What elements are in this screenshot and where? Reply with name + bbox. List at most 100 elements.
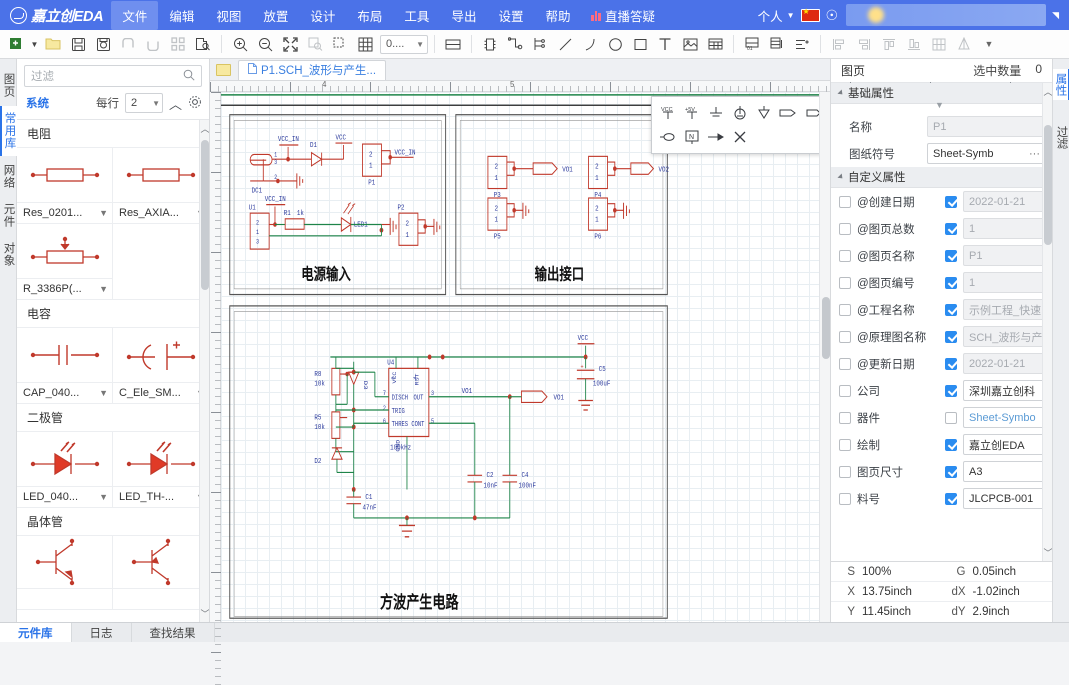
property-input-company[interactable]: 深圳嘉立创科 <box>963 380 1046 401</box>
library-group-title[interactable]: 晶体管 <box>17 508 209 536</box>
menu-item-design[interactable]: 设计 <box>299 1 346 30</box>
property-input-name[interactable]: P1 <box>927 116 1046 137</box>
folder-icon[interactable] <box>216 64 231 76</box>
menu-item-layout[interactable]: 布局 <box>346 1 393 30</box>
library-item-c-ele-smd[interactable]: C_Ele_SM... ▼ <box>113 328 209 404</box>
align-left-icon[interactable] <box>827 33 851 56</box>
live-qa-button[interactable]: 直播答疑 <box>581 1 665 30</box>
library-source-label[interactable]: 系统 <box>26 95 49 111</box>
library-item-led-th[interactable]: LED_TH-... ▼ <box>113 432 209 508</box>
library-perrow-select[interactable]: 2 ▼ <box>125 93 163 113</box>
property-checkbox-update-date[interactable] <box>839 358 851 370</box>
select-region-icon[interactable] <box>328 33 352 56</box>
menu-item-place[interactable]: 放置 <box>252 1 299 30</box>
collapse-up-icon[interactable]: ︿ <box>169 94 182 113</box>
align-top-icon[interactable] <box>877 33 901 56</box>
more-options-icon[interactable]: ··· <box>1029 148 1040 160</box>
ground-icon[interactable] <box>704 101 728 125</box>
sidebar-item-sheets[interactable]: 图页 <box>1 67 16 104</box>
library-item-name-row[interactable]: R_3386P(... ▼ <box>17 278 112 299</box>
language-flag-icon[interactable] <box>801 9 820 22</box>
placement-shortcut-toolbar[interactable]: VCC +5V <box>651 96 819 154</box>
properties-scroll-area[interactable]: 基础属性 ▼ 名称 P1 图纸符号 Sheet-Symb ··· <box>831 83 1052 561</box>
gnd-arrow-icon[interactable] <box>752 101 776 125</box>
property-input-sheet-name[interactable]: P1 <box>963 245 1046 266</box>
scroll-up-icon[interactable]: ︿ <box>200 122 209 135</box>
property-input-sheet-size[interactable]: A3 <box>963 461 1046 482</box>
library-filter-input[interactable]: 过滤 <box>24 65 202 87</box>
scroll-up-icon[interactable]: ︿ <box>1043 85 1052 98</box>
section-header-custom[interactable]: 自定义属性 <box>831 167 1052 188</box>
no-connect-x-icon[interactable] <box>728 125 752 149</box>
canvas-scrollbar-thumb[interactable] <box>822 297 830 359</box>
align-bottom-icon[interactable] <box>902 33 926 56</box>
save-as-icon[interactable] <box>91 33 115 56</box>
property-checkbox-sheet-name[interactable] <box>839 250 851 262</box>
net-port-right-icon[interactable] <box>776 101 800 125</box>
menu-item-settings[interactable]: 设置 <box>487 1 534 30</box>
draw-circle-icon[interactable] <box>603 33 627 56</box>
pin-icon[interactable] <box>704 125 728 149</box>
property-checkbox-project-name[interactable] <box>839 304 851 316</box>
align-right-icon[interactable] <box>852 33 876 56</box>
grid-icon[interactable] <box>353 33 377 56</box>
property-chec kbox-schematic-name[interactable] <box>839 331 851 343</box>
draw-line-icon[interactable] <box>553 33 577 56</box>
bottom-tab-search-results[interactable]: 查找结果 <box>132 623 215 642</box>
property-checkbox-part-number[interactable] <box>839 493 851 505</box>
vcc-net-flag-icon[interactable]: VCC <box>656 101 680 125</box>
place-bus-icon[interactable] <box>528 33 552 56</box>
zoom-out-icon[interactable] <box>253 33 277 56</box>
property-input-drawn-by[interactable]: 嘉立创EDA <box>963 434 1046 455</box>
sidebar-item-nets[interactable]: 网络 <box>1 158 16 195</box>
chevron-down-icon[interactable]: ▼ <box>99 208 108 218</box>
property-checkbox-sheet-size[interactable] <box>839 466 851 478</box>
property-visible-toggle-project-name[interactable] <box>945 304 957 316</box>
place-text-icon[interactable] <box>653 33 677 56</box>
library-scrollbar[interactable]: ︿ ﹀ <box>199 120 209 622</box>
fit-screen-icon[interactable] <box>278 33 302 56</box>
schematic-sheet[interactable]: DC1 1 3 2 VCC_IN D1 <box>221 92 819 622</box>
plus5v-net-flag-icon[interactable]: +5V <box>680 101 704 125</box>
property-visible-toggle-schematic-name[interactable] <box>945 331 957 343</box>
redo-icon[interactable] <box>141 33 165 56</box>
property-checkbox-sheet-number[interactable] <box>839 277 851 289</box>
property-visible-toggle-device[interactable] <box>945 412 957 424</box>
bottom-tab-component-library[interactable]: 元件库 <box>0 623 72 642</box>
new-file-icon[interactable] <box>4 33 28 56</box>
window-caret-icon[interactable]: ◥ <box>1052 10 1065 21</box>
save-icon[interactable] <box>66 33 90 56</box>
zoom-in-icon[interactable] <box>228 33 252 56</box>
net-port-icon[interactable] <box>800 101 819 125</box>
library-item-led-0402[interactable]: LED_040... ▼ <box>17 432 113 508</box>
canvas-vertical-scrollbar[interactable] <box>819 92 830 622</box>
property-input-project-name[interactable]: 示例工程_快速 <box>963 299 1046 320</box>
scroll-down-icon[interactable]: ﹀ <box>200 607 209 620</box>
properties-scrollbar[interactable]: ︿ ﹀ <box>1042 83 1052 561</box>
menu-item-tools[interactable]: 工具 <box>393 1 440 30</box>
earth-ground-icon[interactable] <box>728 101 752 125</box>
menu-item-file[interactable]: 文件 <box>111 1 158 30</box>
schematic-drawing[interactable]: DC1 1 3 2 VCC_IN D1 <box>221 92 819 622</box>
undo-icon[interactable] <box>116 33 140 56</box>
document-tab[interactable]: P1.SCH_波形与产生... <box>238 60 386 80</box>
property-visible-toggle-total-sheets[interactable] <box>945 223 957 235</box>
properties-scrollbar-thumb[interactable] <box>1044 125 1052 245</box>
property-input-schematic-name[interactable]: SCH_波形与产 <box>963 326 1046 347</box>
net-label-ellipse-icon[interactable] <box>656 125 680 149</box>
library-item-name-row[interactable]: CAP_040... ▼ <box>17 382 112 403</box>
property-input-total-sheets[interactable]: 1 <box>963 218 1046 239</box>
property-input-sheet-number[interactable]: 1 <box>963 272 1046 293</box>
draw-rectangle-icon[interactable] <box>628 33 652 56</box>
library-item-name-row[interactable]: LED_TH-... ▼ <box>113 486 209 507</box>
sidebar-item-properties[interactable]: 属性 <box>1053 69 1069 100</box>
library-group-title[interactable]: 电容 <box>17 300 209 328</box>
gear-icon[interactable] <box>188 95 202 112</box>
property-visible-toggle-sheet-size[interactable] <box>945 466 957 478</box>
search-icon[interactable] <box>183 69 195 84</box>
toolbar-overflow-icon[interactable]: ▼ <box>977 33 1001 56</box>
menu-item-help[interactable]: 帮助 <box>534 1 581 30</box>
draw-arc-icon[interactable] <box>578 33 602 56</box>
library-item-name-row[interactable]: LED_040... ▼ <box>17 486 112 507</box>
property-input-device[interactable]: Sheet-Symbo <box>963 407 1046 428</box>
